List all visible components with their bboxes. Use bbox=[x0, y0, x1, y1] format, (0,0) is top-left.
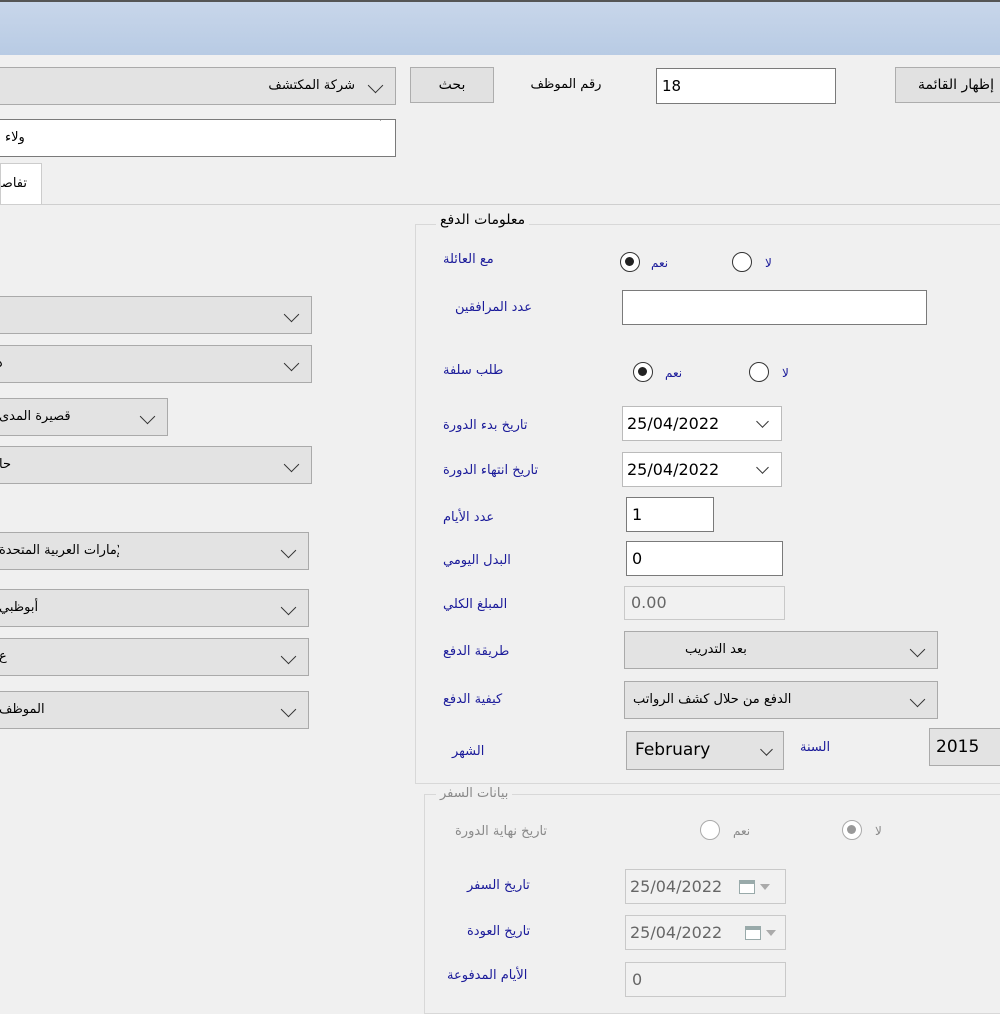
paid-days-input[interactable]: 0 bbox=[625, 962, 786, 997]
chevron-down-icon bbox=[756, 414, 769, 428]
left-select-3[interactable]: قصيرة المدى bbox=[0, 398, 168, 436]
calendar-icon bbox=[745, 926, 761, 940]
left-select-8-value: الموظف bbox=[0, 702, 45, 717]
chevron-down-icon bbox=[760, 742, 773, 756]
end-course-label: تاريخ نهاية الدورة bbox=[455, 824, 548, 839]
with-family-no-label: لا bbox=[765, 256, 772, 270]
advance-no-radio[interactable] bbox=[749, 362, 769, 382]
left-select-2-value: دائم bbox=[0, 346, 311, 382]
chevron-down-icon bbox=[280, 648, 297, 665]
payment-how-select[interactable]: الدفع من حلال كشف الرواتب bbox=[624, 681, 938, 719]
travel-date-value: 25/04/2022 bbox=[630, 877, 723, 896]
tab-details[interactable]: تفاصيل bbox=[0, 163, 42, 205]
travel-date-label: تاريخ السفر bbox=[467, 878, 530, 893]
advance-yes-label: نعم bbox=[665, 366, 683, 380]
with-family-label: مع العائلة bbox=[443, 252, 494, 267]
paid-days-label: الأيام المدفوعة bbox=[447, 968, 528, 983]
tab-panel-border bbox=[0, 204, 1000, 205]
month-value: February bbox=[635, 740, 711, 760]
dropdown-icon bbox=[766, 930, 776, 936]
chevron-down-icon bbox=[280, 701, 297, 718]
secondary-select-value: ولاء bbox=[5, 130, 25, 145]
left-select-3-value: قصيرة المدى bbox=[0, 409, 71, 424]
year-select[interactable]: 2015 bbox=[929, 728, 1000, 766]
left-select-2[interactable]: دائم bbox=[0, 345, 312, 383]
city-select[interactable]: أبوظبي bbox=[0, 589, 309, 627]
year-label: السنة bbox=[800, 740, 831, 755]
month-label: الشهر bbox=[452, 744, 485, 759]
with-family-yes-label: نعم bbox=[651, 256, 669, 270]
end-course-yes-label: نعم bbox=[733, 824, 751, 838]
title-bar bbox=[0, 0, 1000, 55]
search-button[interactable]: بحث bbox=[410, 67, 494, 103]
return-date-label: تاريخ العودة bbox=[467, 924, 531, 939]
days-label: عدد الأيام bbox=[443, 510, 495, 525]
left-select-4[interactable]: حا bbox=[0, 446, 312, 484]
start-date-picker[interactable]: 25/04/2022 bbox=[622, 406, 782, 441]
end-date-picker[interactable]: 25/04/2022 bbox=[622, 452, 782, 487]
travel-group-title: بيانات السفر bbox=[436, 786, 513, 801]
chevron-down-icon bbox=[909, 691, 926, 708]
chevron-down-icon bbox=[139, 408, 156, 425]
employee-no-input[interactable]: 18 bbox=[656, 68, 836, 104]
left-select-8[interactable]: الموظف bbox=[0, 691, 309, 729]
payment-group-title: معلومات الدفع bbox=[436, 212, 530, 228]
chevron-down-icon bbox=[283, 456, 300, 473]
city-select-value: أبوظبي bbox=[0, 600, 39, 615]
chevron-down-icon bbox=[380, 120, 381, 121]
tab-details-label: تفاصيل bbox=[1, 176, 27, 191]
chevron-down-icon bbox=[283, 306, 300, 323]
chevron-down-icon bbox=[756, 460, 769, 474]
return-date-value: 25/04/2022 bbox=[630, 923, 723, 942]
payment-method-value: بعد التدريب bbox=[685, 642, 747, 657]
return-date-picker[interactable]: 25/04/2022 bbox=[625, 915, 786, 950]
end-date-label: تاريخ انتهاء الدورة bbox=[443, 463, 539, 478]
chevron-down-icon bbox=[280, 599, 297, 616]
end-course-no-label: لا bbox=[875, 824, 882, 838]
total-amount-input[interactable]: 0.00 bbox=[624, 586, 785, 620]
country-select-value: الإمارات العربية المتحدة bbox=[0, 543, 119, 558]
advance-yes-radio[interactable] bbox=[633, 362, 653, 382]
companions-input[interactable] bbox=[622, 290, 927, 325]
travel-date-picker[interactable]: 25/04/2022 bbox=[625, 869, 786, 904]
end-course-no-radio[interactable] bbox=[842, 820, 862, 840]
company-select[interactable]: شركة المكتشف bbox=[0, 67, 396, 105]
month-select[interactable]: February bbox=[626, 731, 784, 770]
advance-label: طلب سلفة bbox=[443, 363, 504, 378]
country-select[interactable]: الإمارات العربية المتحدة bbox=[0, 532, 309, 570]
chevron-down-icon bbox=[367, 77, 384, 94]
total-amount-label: المبلغ الكلي bbox=[443, 597, 508, 612]
daily-allowance-input[interactable]: 0 bbox=[626, 541, 783, 576]
year-value: 2015 bbox=[936, 737, 980, 757]
payment-how-label: كيفية الدفع bbox=[443, 692, 503, 707]
show-list-button[interactable]: إظهار القائمة bbox=[895, 67, 1000, 103]
dropdown-icon bbox=[760, 884, 770, 890]
advance-no-label: لا bbox=[782, 366, 789, 380]
days-input[interactable]: 1 bbox=[626, 497, 714, 532]
left-select-7[interactable]: ع bbox=[0, 638, 309, 676]
chevron-down-icon bbox=[909, 641, 926, 658]
payment-method-label: طريقة الدفع bbox=[443, 644, 510, 659]
left-select-1[interactable] bbox=[0, 296, 312, 334]
companions-label: عدد المرافقين bbox=[455, 300, 532, 315]
left-select-7-value: ع bbox=[0, 639, 7, 675]
chevron-down-icon bbox=[280, 542, 297, 559]
company-select-value: شركة المكتشف bbox=[268, 78, 355, 93]
with-family-yes-radio[interactable] bbox=[620, 252, 640, 272]
daily-allowance-label: البدل اليومي bbox=[443, 553, 511, 568]
calendar-icon bbox=[739, 880, 755, 894]
employee-no-label: رقم الموظف bbox=[530, 77, 602, 92]
payment-how-value: الدفع من حلال كشف الرواتب bbox=[633, 692, 792, 707]
start-date-value: 25/04/2022 bbox=[627, 414, 720, 433]
secondary-select[interactable]: ولاء bbox=[0, 119, 396, 157]
left-select-4-value: حا bbox=[0, 457, 11, 472]
end-date-value: 25/04/2022 bbox=[627, 460, 720, 479]
with-family-no-radio[interactable] bbox=[732, 252, 752, 272]
end-course-yes-radio[interactable] bbox=[700, 820, 720, 840]
start-date-label: تاريخ بدء الدورة bbox=[443, 418, 528, 433]
payment-method-select[interactable]: بعد التدريب bbox=[624, 631, 938, 669]
